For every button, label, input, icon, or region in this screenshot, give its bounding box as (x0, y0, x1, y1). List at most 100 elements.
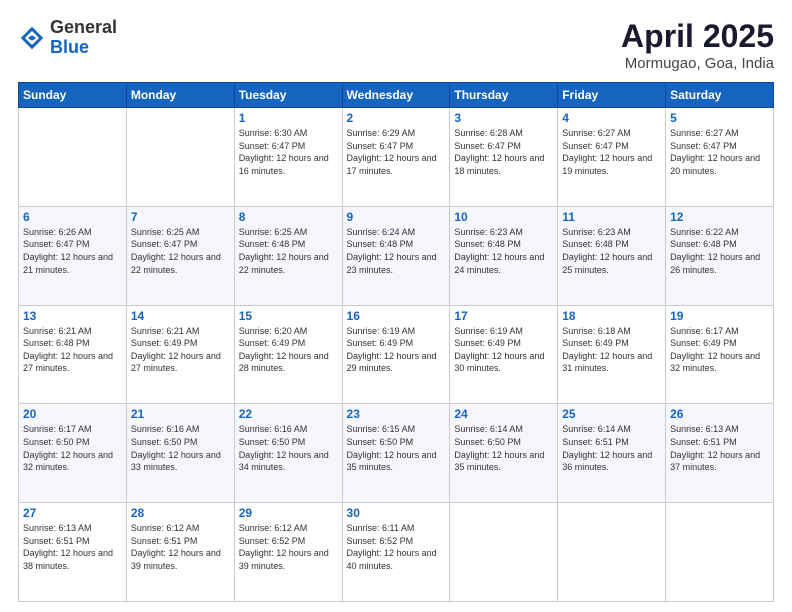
day-info: Sunrise: 6:30 AM Sunset: 6:47 PM Dayligh… (239, 127, 338, 177)
day-info: Sunrise: 6:25 AM Sunset: 6:47 PM Dayligh… (131, 226, 230, 276)
calendar-cell: 13Sunrise: 6:21 AM Sunset: 6:48 PM Dayli… (19, 305, 127, 404)
day-info: Sunrise: 6:24 AM Sunset: 6:48 PM Dayligh… (347, 226, 446, 276)
calendar-cell: 25 Sunrise: 6:14 AM Sunset: 6:51 PM Dayli… (558, 404, 666, 503)
day-number: 22 (239, 407, 338, 421)
calendar-cell: 9Sunrise: 6:24 AM Sunset: 6:48 PM Daylig… (342, 206, 450, 305)
calendar-cell: 26 Sunrise: 6:13 AM Sunset: 6:51 PM Dayli… (666, 404, 774, 503)
day-info: Sunrise: 6:14 AM Sunset: 6:51 PM Dayligh… (562, 423, 661, 473)
day-number: 12 (670, 210, 769, 224)
title-location: Mormugao, Goa, India (621, 55, 774, 72)
day-info: Sunrise: 6:29 AM Sunset: 6:47 PM Dayligh… (347, 127, 446, 177)
day-number: 20 (23, 407, 122, 421)
calendar-cell: 24 Sunrise: 6:14 AM Sunset: 6:50 PM Dayli… (450, 404, 558, 503)
calendar-cell: 17 Sunrise: 6:19 AM Sunset: 6:49 PM Dayli… (450, 305, 558, 404)
calendar-cell: 11 Sunrise: 6:23 AM Sunset: 6:48 PM Dayli… (558, 206, 666, 305)
title-month: April 2025 (621, 18, 774, 55)
day-info: Sunrise: 6:13 AM Sunset: 6:51 PM Dayligh… (23, 522, 122, 572)
day-info: Sunrise: 6:19 AM Sunset: 6:49 PM Dayligh… (454, 325, 553, 375)
calendar-cell: 2 Sunrise: 6:29 AM Sunset: 6:47 PM Daylig… (342, 108, 450, 207)
logo-general-text: General (50, 18, 117, 38)
calendar-cell: 10 Sunrise: 6:23 AM Sunset: 6:48 PM Dayli… (450, 206, 558, 305)
day-info: Sunrise: 6:17 AM Sunset: 6:50 PM Dayligh… (23, 423, 122, 473)
calendar-cell: 5 Sunrise: 6:27 AM Sunset: 6:47 PM Daylig… (666, 108, 774, 207)
day-number: 23 (347, 407, 446, 421)
calendar-cell: 19Sunrise: 6:17 AM Sunset: 6:49 PM Dayli… (666, 305, 774, 404)
calendar-cell: 30 Sunrise: 6:11 AM Sunset: 6:52 PM Dayli… (342, 503, 450, 602)
day-number: 26 (670, 407, 769, 421)
week-row-3: 13Sunrise: 6:21 AM Sunset: 6:48 PM Dayli… (19, 305, 774, 404)
day-info: Sunrise: 6:27 AM Sunset: 6:47 PM Dayligh… (670, 127, 769, 177)
day-info: Sunrise: 6:12 AM Sunset: 6:51 PM Dayligh… (131, 522, 230, 572)
calendar-cell: 21Sunrise: 6:16 AM Sunset: 6:50 PM Dayli… (126, 404, 234, 503)
day-info: Sunrise: 6:16 AM Sunset: 6:50 PM Dayligh… (239, 423, 338, 473)
day-number: 24 (454, 407, 553, 421)
calendar-cell: 15 Sunrise: 6:20 AM Sunset: 6:49 PM Dayli… (234, 305, 342, 404)
calendar-cell: 28 Sunrise: 6:12 AM Sunset: 6:51 PM Dayli… (126, 503, 234, 602)
calendar-cell (126, 108, 234, 207)
day-number: 28 (131, 506, 230, 520)
title-block: April 2025 Mormugao, Goa, India (621, 18, 774, 72)
day-number: 3 (454, 111, 553, 125)
day-number: 7 (131, 210, 230, 224)
day-number: 4 (562, 111, 661, 125)
day-number: 5 (670, 111, 769, 125)
day-info: Sunrise: 6:23 AM Sunset: 6:48 PM Dayligh… (562, 226, 661, 276)
day-number: 11 (562, 210, 661, 224)
day-number: 27 (23, 506, 122, 520)
calendar-cell: 6Sunrise: 6:26 AM Sunset: 6:47 PM Daylig… (19, 206, 127, 305)
calendar-cell: 16Sunrise: 6:19 AM Sunset: 6:49 PM Dayli… (342, 305, 450, 404)
day-info: Sunrise: 6:25 AM Sunset: 6:48 PM Dayligh… (239, 226, 338, 276)
logo-icon (18, 24, 46, 52)
day-number: 15 (239, 309, 338, 323)
day-number: 25 (562, 407, 661, 421)
logo-blue-text: Blue (50, 38, 117, 58)
week-row-4: 20 Sunrise: 6:17 AM Sunset: 6:50 PM Dayli… (19, 404, 774, 503)
day-number: 17 (454, 309, 553, 323)
week-row-1: 1 Sunrise: 6:30 AM Sunset: 6:47 PM Daylig… (19, 108, 774, 207)
day-number: 10 (454, 210, 553, 224)
day-info: Sunrise: 6:22 AM Sunset: 6:48 PM Dayligh… (670, 226, 769, 276)
col-header-tuesday: Tuesday (234, 83, 342, 108)
day-info: Sunrise: 6:11 AM Sunset: 6:52 PM Dayligh… (347, 522, 446, 572)
week-row-2: 6Sunrise: 6:26 AM Sunset: 6:47 PM Daylig… (19, 206, 774, 305)
day-info: Sunrise: 6:17 AM Sunset: 6:49 PM Dayligh… (670, 325, 769, 375)
day-info: Sunrise: 6:23 AM Sunset: 6:48 PM Dayligh… (454, 226, 553, 276)
day-number: 29 (239, 506, 338, 520)
calendar-cell: 7 Sunrise: 6:25 AM Sunset: 6:47 PM Daylig… (126, 206, 234, 305)
col-header-sunday: Sunday (19, 83, 127, 108)
header: General Blue April 2025 Mormugao, Goa, I… (18, 18, 774, 72)
day-number: 30 (347, 506, 446, 520)
day-info: Sunrise: 6:15 AM Sunset: 6:50 PM Dayligh… (347, 423, 446, 473)
calendar-cell: 27 Sunrise: 6:13 AM Sunset: 6:51 PM Dayli… (19, 503, 127, 602)
day-info: Sunrise: 6:27 AM Sunset: 6:47 PM Dayligh… (562, 127, 661, 177)
day-info: Sunrise: 6:14 AM Sunset: 6:50 PM Dayligh… (454, 423, 553, 473)
day-number: 13 (23, 309, 122, 323)
calendar-cell: 14Sunrise: 6:21 AM Sunset: 6:49 PM Dayli… (126, 305, 234, 404)
day-number: 21 (131, 407, 230, 421)
col-header-friday: Friday (558, 83, 666, 108)
col-header-wednesday: Wednesday (342, 83, 450, 108)
day-info: Sunrise: 6:28 AM Sunset: 6:47 PM Dayligh… (454, 127, 553, 177)
day-info: Sunrise: 6:21 AM Sunset: 6:49 PM Dayligh… (131, 325, 230, 375)
day-number: 2 (347, 111, 446, 125)
calendar-cell: 29Sunrise: 6:12 AM Sunset: 6:52 PM Dayli… (234, 503, 342, 602)
day-number: 1 (239, 111, 338, 125)
calendar-cell: 1 Sunrise: 6:30 AM Sunset: 6:47 PM Daylig… (234, 108, 342, 207)
day-info: Sunrise: 6:13 AM Sunset: 6:51 PM Dayligh… (670, 423, 769, 473)
day-info: Sunrise: 6:26 AM Sunset: 6:47 PM Dayligh… (23, 226, 122, 276)
week-row-5: 27 Sunrise: 6:13 AM Sunset: 6:51 PM Dayli… (19, 503, 774, 602)
col-header-thursday: Thursday (450, 83, 558, 108)
day-number: 8 (239, 210, 338, 224)
calendar-cell: 23 Sunrise: 6:15 AM Sunset: 6:50 PM Dayli… (342, 404, 450, 503)
calendar-cell: 18 Sunrise: 6:18 AM Sunset: 6:49 PM Dayli… (558, 305, 666, 404)
calendar-cell: 3 Sunrise: 6:28 AM Sunset: 6:47 PM Daylig… (450, 108, 558, 207)
logo-text: General Blue (50, 18, 117, 58)
day-number: 18 (562, 309, 661, 323)
calendar-cell: 22 Sunrise: 6:16 AM Sunset: 6:50 PM Dayli… (234, 404, 342, 503)
day-info: Sunrise: 6:18 AM Sunset: 6:49 PM Dayligh… (562, 325, 661, 375)
col-header-saturday: Saturday (666, 83, 774, 108)
day-info: Sunrise: 6:19 AM Sunset: 6:49 PM Dayligh… (347, 325, 446, 375)
calendar-cell (666, 503, 774, 602)
calendar-cell: 12 Sunrise: 6:22 AM Sunset: 6:48 PM Dayli… (666, 206, 774, 305)
day-info: Sunrise: 6:20 AM Sunset: 6:49 PM Dayligh… (239, 325, 338, 375)
